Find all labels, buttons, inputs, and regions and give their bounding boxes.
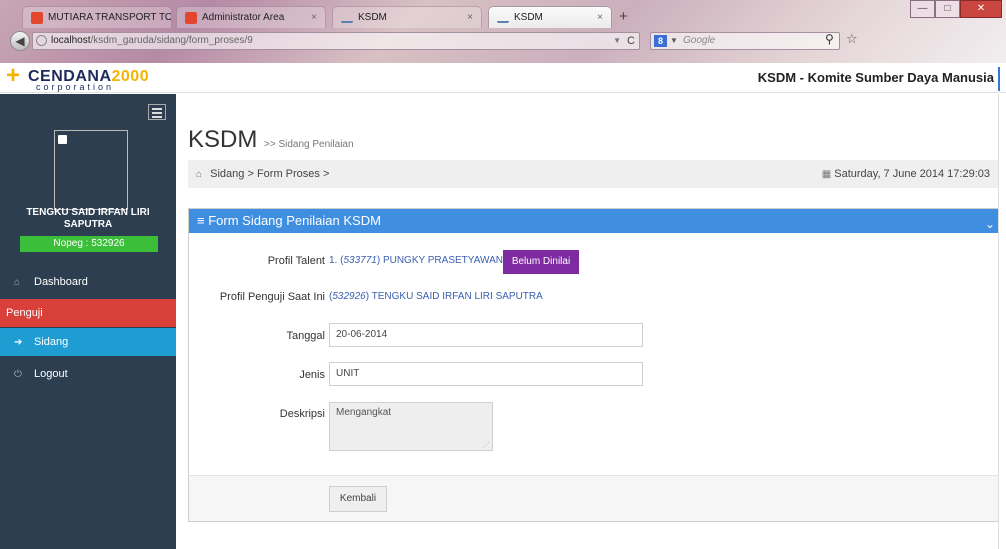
maximize-icon[interactable]: □	[935, 0, 960, 18]
page-favicon-icon	[341, 17, 353, 23]
new-tab-button[interactable]: +	[619, 8, 628, 25]
tab-label: Administrator Area	[202, 12, 285, 23]
close-tab-icon[interactable]: ×	[467, 12, 473, 23]
menu-toggle-icon[interactable]	[148, 104, 166, 120]
tanggal-input[interactable]: 20-06-2014	[329, 323, 643, 347]
profil-talent-num: 1.	[329, 255, 338, 266]
search-bar[interactable]: 8 ▼ Google	[650, 32, 840, 50]
sidebar-item-sidang[interactable]: ➔ Sidang	[0, 328, 176, 356]
panel-title: Form Sidang Penilaian KSDM	[208, 213, 381, 228]
sidebar-item-label: Sidang	[34, 336, 69, 348]
sidebar-section-penguji: Penguji	[0, 299, 176, 327]
nopeg-badge: Nopeg : 532926	[20, 236, 158, 252]
user-name: TENGKU SAID IRFAN LIRI SAPUTRA	[26, 207, 150, 230]
logo-plus-icon: +	[6, 62, 21, 89]
calendar-icon: ▦	[821, 169, 832, 180]
profil-talent-label: Profil Talent	[267, 255, 325, 267]
sidebar-item-dashboard[interactable]: ⌂ Dashboard	[0, 268, 176, 296]
kembali-button[interactable]: Kembali	[329, 486, 387, 512]
url-path: /ksdm_garuda/sidang/form_proses/9	[90, 35, 253, 46]
tab-administrator-area[interactable]: Administrator Area ×	[176, 6, 326, 28]
favicon-icon	[31, 11, 43, 24]
app-header: + CENDANA2000 corporation KSDM - Komite …	[0, 63, 1006, 93]
home-icon: ⌂	[196, 169, 203, 180]
main-content: KSDM >> Sidang Penilaian ⌂ Sidang > Form…	[176, 94, 1004, 549]
page-heading: KSDM	[188, 126, 258, 153]
breadcrumb-separator: >	[322, 168, 330, 180]
url-bar[interactable]: localhost/ksdm_garuda/sidang/form_proses…	[32, 32, 640, 50]
search-placeholder: Google	[683, 35, 716, 46]
breadcrumb-item-sidang[interactable]: Sidang	[210, 168, 244, 180]
google-icon: 8	[654, 35, 667, 47]
belum-dinilai-button[interactable]: Belum Dinilai	[503, 250, 579, 274]
jenis-input[interactable]: UNIT	[329, 362, 643, 386]
breadcrumb-separator: >	[247, 168, 254, 180]
tab-label: MUTIARA TRANSPORT TO JOGJA	[48, 12, 172, 23]
close-tab-icon[interactable]: ×	[311, 12, 317, 23]
logo-number: 2000	[111, 68, 150, 85]
sidebar: TENGKU SAID IRFAN LIRI SAPUTRA Nopeg : 5…	[0, 94, 176, 549]
sidebar-item-label: Penguji	[6, 307, 43, 319]
minimize-icon[interactable]: —	[910, 0, 935, 18]
profil-talent-id: 533771	[343, 255, 377, 266]
tab-label: KSDM	[514, 12, 543, 23]
close-tab-icon[interactable]: ×	[597, 12, 603, 23]
arrow-circle-right-icon: ➔	[14, 337, 23, 348]
panel-menu-icon: ≡	[197, 213, 205, 228]
deskripsi-text: Mengangkat	[336, 407, 392, 418]
window-controls: — □ ✕	[910, 0, 1002, 18]
page-subheading: >> Sidang Penilaian	[264, 139, 354, 150]
tab-ksdm[interactable]: KSDM ×	[332, 6, 482, 28]
tab-label: KSDM	[358, 12, 387, 23]
penguji-name: TENGKU SAID IRFAN LIRI SAPUTRA	[371, 291, 543, 302]
breadcrumb-item-form-proses[interactable]: Form Proses	[257, 168, 320, 180]
date-text: Saturday, 7 June 2014 17:29:03	[834, 168, 990, 180]
browser-chrome: MUTIARA TRANSPORT TO JOGJA Administrator…	[0, 0, 1006, 63]
broken-image-icon	[58, 135, 67, 144]
page-scrollbar[interactable]	[998, 94, 1006, 549]
tab-ksdm-active[interactable]: KSDM ×	[488, 6, 612, 28]
deskripsi-textarea[interactable]: Mengangkat ⋰	[329, 402, 493, 451]
penguji-id: 532926	[332, 291, 366, 302]
panel-footer: Kembali	[189, 475, 1003, 521]
profil-talent-value[interactable]: 1. (533771) PUNGKY PRASETYAWAN	[329, 255, 503, 266]
tab-mutiara[interactable]: MUTIARA TRANSPORT TO JOGJA	[22, 6, 172, 28]
deskripsi-label: Deskripsi	[279, 408, 325, 420]
bookmark-star-icon[interactable]: ☆	[846, 31, 858, 47]
logo-subtitle: corporation	[36, 82, 115, 92]
app-title: KSDM - Komite Sumber Daya Manusia	[757, 70, 994, 85]
scrollbar[interactable]	[998, 67, 1006, 91]
cendana-logo[interactable]: + CENDANA2000 corporation	[6, 62, 176, 93]
tab-bar: MUTIARA TRANSPORT TO JOGJA Administrator…	[0, 0, 1006, 28]
profil-penguji-label: Profil Penguji Saat Ini	[219, 291, 325, 303]
panel-header[interactable]: ≡ Form Sidang Penilaian KSDM ⌄	[189, 209, 1003, 233]
profil-penguji-value[interactable]: (532926) TENGKU SAID IRFAN LIRI SAPUTRA	[329, 291, 543, 302]
search-magnifier-icon[interactable]: ⚲	[825, 32, 834, 46]
avatar	[54, 130, 128, 210]
home-icon: ⌂	[14, 277, 21, 288]
reload-icon[interactable]: C	[627, 33, 635, 49]
sidebar-item-label: Logout	[34, 368, 68, 380]
form-panel: ≡ Form Sidang Penilaian KSDM ⌄ Profil Ta…	[188, 208, 1004, 522]
favicon-icon	[185, 11, 197, 24]
profil-talent-name: PUNGKY PRASETYAWAN	[382, 255, 503, 266]
page-favicon-icon	[497, 17, 509, 23]
jenis-label: Jenis	[299, 369, 325, 381]
url-host: localhost	[51, 35, 91, 46]
back-arrow-icon[interactable]: ◀	[10, 31, 30, 51]
breadcrumb: ⌂ Sidang > Form Proses > ▦ Saturday, 7 Ju…	[188, 160, 1004, 188]
search-engine-dropdown-icon[interactable]: ▼	[670, 33, 678, 49]
tanggal-label: Tanggal	[286, 330, 325, 342]
power-icon: ⏻	[14, 369, 22, 380]
close-window-icon[interactable]: ✕	[960, 0, 1002, 18]
globe-icon	[36, 35, 47, 46]
chevron-down-icon[interactable]: ⌄	[985, 212, 995, 236]
dropdown-triangle-icon[interactable]: ▼	[613, 33, 621, 49]
resize-grip-icon[interactable]: ⋰	[483, 441, 490, 449]
navigation-bar: ◀ localhost/ksdm_garuda/sidang/form_pros…	[0, 28, 1006, 63]
sidebar-item-logout[interactable]: ⏻ Logout	[0, 360, 176, 388]
page-title: KSDM >> Sidang Penilaian	[188, 126, 354, 154]
sidebar-item-label: Dashboard	[34, 276, 88, 288]
date-display: ▦ Saturday, 7 June 2014 17:29:03	[822, 160, 990, 189]
